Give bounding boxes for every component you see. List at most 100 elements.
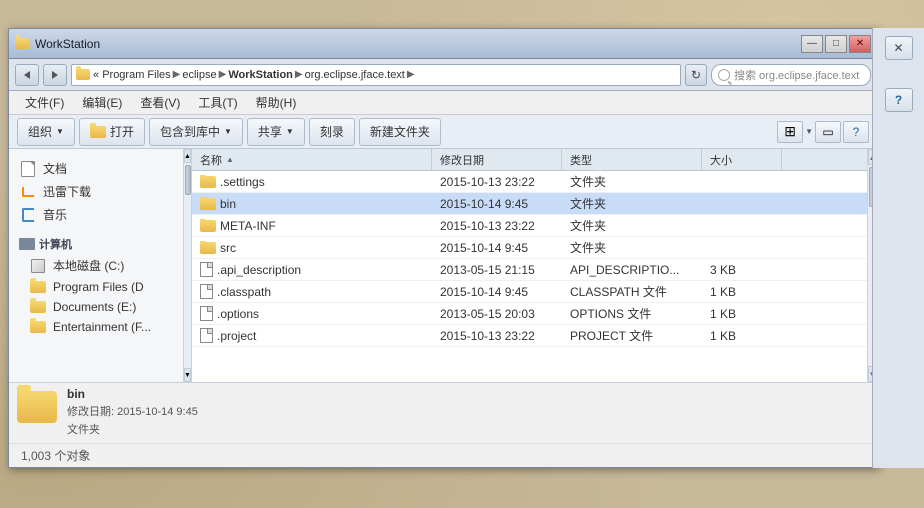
path-folder-icon: [76, 69, 90, 80]
preview-meta-type: 文件夹: [67, 421, 198, 437]
folder-program-icon: [29, 280, 47, 294]
path-program-files: Program Files: [102, 69, 170, 81]
refresh-button[interactable]: ↻: [685, 64, 707, 86]
col-header-name[interactable]: 名称 ▲: [192, 149, 432, 170]
file-date-options: 2013-05-15 20:03: [432, 307, 562, 321]
preview-meta-date: 修改日期: 2015-10-14 9:45: [67, 403, 198, 419]
file-name-project: .project: [192, 328, 432, 343]
folder-docs-icon: [29, 300, 47, 314]
search-box[interactable]: 搜索 org.eclipse.jface.text: [711, 64, 871, 86]
file-date-bin: 2015-10-14 9:45: [432, 197, 562, 211]
side-panel: ✕ ?: [872, 28, 924, 468]
file-name-meta-inf: META-INF: [192, 219, 432, 233]
side-close-button[interactable]: ✕: [885, 36, 913, 60]
new-folder-button[interactable]: 新建文件夹: [359, 118, 441, 146]
sidebar-item-music[interactable]: 音乐: [13, 203, 179, 226]
file-date-api-desc: 2013-05-15 21:15: [432, 263, 562, 277]
sidebar-item-disk-c[interactable]: 本地磁盘 (C:): [13, 254, 179, 277]
view-help-button[interactable]: ?: [843, 121, 869, 143]
path-jface: org.eclipse.jface.text: [305, 69, 405, 81]
file-type-project: PROJECT 文件: [562, 327, 702, 344]
search-placeholder: 搜索 org.eclipse.jface.text: [734, 67, 859, 83]
path-sep-1: ▶: [173, 69, 181, 80]
sidebar-section-computer: 计算机 本地磁盘 (C:) Program Files (D: [13, 234, 179, 337]
computer-icon: [19, 238, 35, 250]
file-row-options[interactable]: .options 2013-05-15 20:03 OPTIONS 文件 1 K…: [192, 303, 867, 325]
menu-view[interactable]: 查看(V): [132, 93, 188, 113]
path-sep-3: ▶: [295, 69, 303, 80]
file-date-settings: 2015-10-13 23:22: [432, 175, 562, 189]
address-path[interactable]: « Program Files ▶ eclipse ▶ WorkStation …: [71, 64, 681, 86]
toolbar: 组织 ▼ 打开 包含到库中 ▼ 共享 ▼ 刻录 新建文件夹 ⊞ ▼ ▭ ?: [9, 115, 877, 149]
sidebar-program-files-label: Program Files (D: [53, 280, 144, 294]
file-row-api-desc[interactable]: .api_description 2013-05-15 21:15 API_DE…: [192, 259, 867, 281]
close-button[interactable]: ✕: [849, 35, 871, 53]
sidebar-disk-c-label: 本地磁盘 (C:): [53, 257, 124, 274]
file-date-project: 2015-10-13 23:22: [432, 329, 562, 343]
doc-icon: [200, 262, 213, 277]
burn-button[interactable]: 刻录: [309, 118, 355, 146]
maximize-button[interactable]: □: [825, 35, 847, 53]
file-row-classpath[interactable]: .classpath 2015-10-14 9:45 CLASSPATH 文件 …: [192, 281, 867, 303]
sidebar-scroll-down[interactable]: ▼: [184, 368, 191, 382]
side-help-button[interactable]: ?: [885, 88, 913, 112]
sidebar-computer-header[interactable]: 计算机: [13, 234, 179, 254]
col-header-date[interactable]: 修改日期: [432, 149, 562, 170]
share-button[interactable]: 共享 ▼: [247, 118, 305, 146]
sidebar-scroll-up[interactable]: ▲: [184, 149, 191, 163]
menu-file[interactable]: 文件(F): [17, 93, 72, 113]
file-size-api-desc: 3 KB: [702, 263, 782, 277]
open-button[interactable]: 打开: [79, 118, 145, 146]
col-header-type[interactable]: 类型: [562, 149, 702, 170]
sidebar-scroll-track: [184, 163, 191, 368]
file-row-bin[interactable]: bin 2015-10-14 9:45 文件夹: [192, 193, 867, 215]
file-name-bin: bin: [192, 197, 432, 211]
folder-icon: [200, 220, 216, 232]
file-type-settings: 文件夹: [562, 173, 702, 190]
file-type-bin: 文件夹: [562, 195, 702, 212]
menu-tools[interactable]: 工具(T): [190, 93, 245, 113]
file-name-options: .options: [192, 306, 432, 321]
status-preview: bin 修改日期: 2015-10-14 9:45 文件夹: [9, 383, 877, 443]
organize-button[interactable]: 组织 ▼: [17, 118, 75, 146]
file-date-src: 2015-10-14 9:45: [432, 241, 562, 255]
path-sep-2: ▶: [219, 69, 227, 80]
sidebar-item-docs[interactable]: 文档: [13, 157, 179, 180]
file-type-classpath: CLASSPATH 文件: [562, 283, 702, 300]
folder-icon: [200, 198, 216, 210]
status-bar: bin 修改日期: 2015-10-14 9:45 文件夹 1,003 个对象: [9, 382, 877, 467]
minimize-button[interactable]: —: [801, 35, 823, 53]
sidebar-item-entertainment[interactable]: Entertainment (F...: [13, 317, 179, 337]
col-header-size[interactable]: 大小: [702, 149, 782, 170]
menu-edit[interactable]: 编辑(E): [74, 93, 130, 113]
window-controls: — □ ✕: [801, 35, 871, 53]
view-options: ⊞ ▼ ▭ ?: [777, 121, 869, 143]
file-row-project[interactable]: .project 2015-10-13 23:22 PROJECT 文件 1 K…: [192, 325, 867, 347]
sidebar: 文档 迅雷下载 音乐 计算机: [9, 149, 184, 382]
menu-bar: 文件(F) 编辑(E) 查看(V) 工具(T) 帮助(H): [9, 91, 877, 115]
status-count: 1,003 个对象: [9, 443, 877, 467]
file-type-src: 文件夹: [562, 239, 702, 256]
file-row-src[interactable]: src 2015-10-14 9:45 文件夹: [192, 237, 867, 259]
file-row-settings[interactable]: .settings 2015-10-13 23:22 文件夹: [192, 171, 867, 193]
view-list-button[interactable]: ⊞: [777, 121, 803, 143]
view-pane-button[interactable]: ▭: [815, 121, 841, 143]
file-date-classpath: 2015-10-14 9:45: [432, 285, 562, 299]
sidebar-scrollbar[interactable]: ▲ ▼: [184, 149, 192, 382]
sidebar-docs-label: 文档: [43, 160, 67, 177]
sidebar-item-documents[interactable]: Documents (E:): [13, 297, 179, 317]
path-workstation: WorkStation: [228, 69, 293, 81]
forward-button[interactable]: [43, 64, 67, 86]
view-dropdown[interactable]: ▼: [805, 127, 813, 136]
sidebar-item-download[interactable]: 迅雷下载: [13, 180, 179, 203]
file-type-api-desc: API_DESCRIPTIO...: [562, 263, 702, 277]
back-button[interactable]: [15, 64, 39, 86]
doc-icon: [200, 306, 213, 321]
window-icon: [15, 36, 31, 52]
file-row-meta-inf[interactable]: META-INF 2015-10-13 23:22 文件夹: [192, 215, 867, 237]
preview-name: bin: [67, 387, 198, 401]
menu-help[interactable]: 帮助(H): [248, 93, 305, 113]
include-library-button[interactable]: 包含到库中 ▼: [149, 118, 243, 146]
sidebar-item-program-files[interactable]: Program Files (D: [13, 277, 179, 297]
music-icon: [19, 208, 37, 222]
